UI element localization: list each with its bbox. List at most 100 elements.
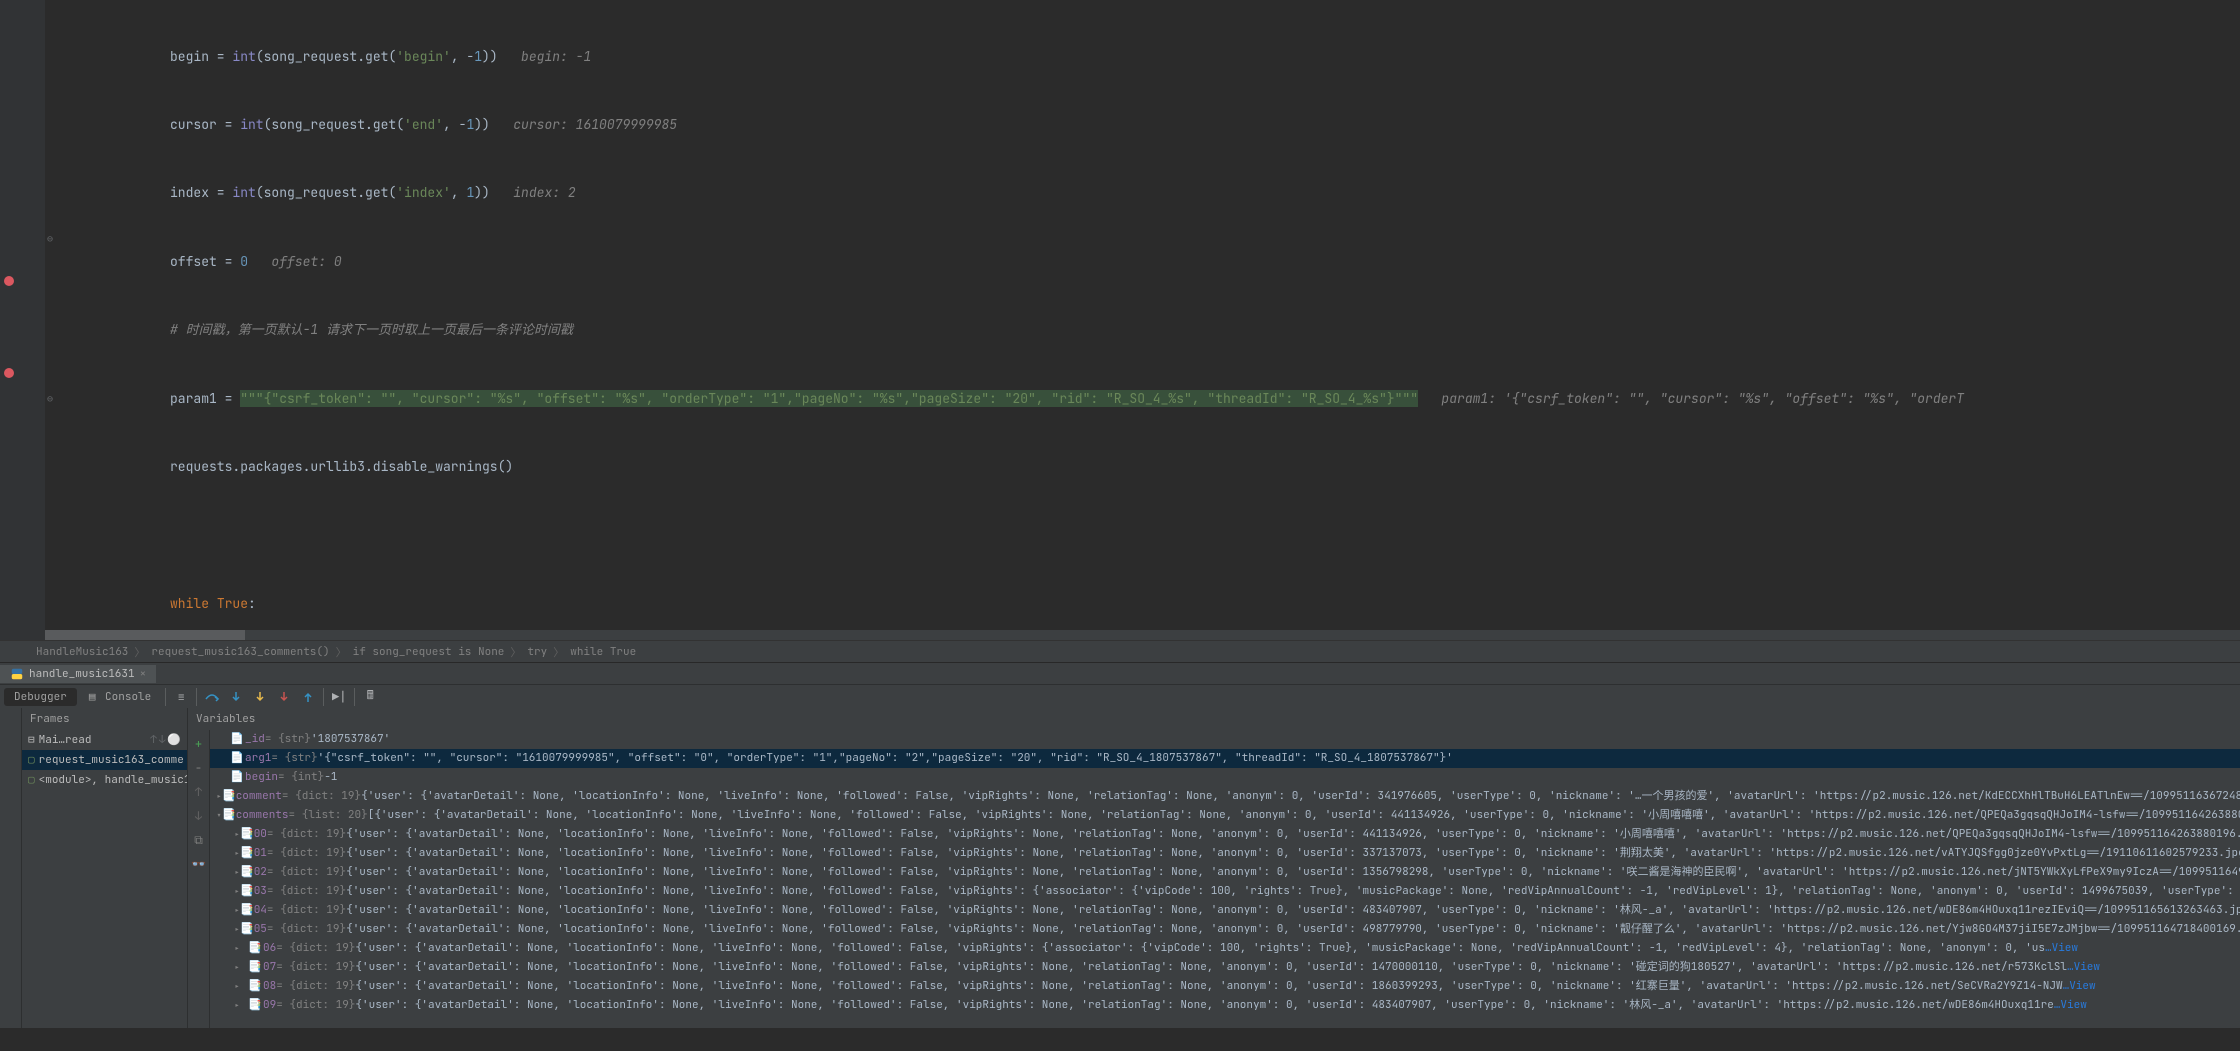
breakpoint-marker[interactable] — [4, 276, 14, 286]
variables-panel: Variables + − ↑ ↓ ⧉ 👓 📄_id = {str} '1807… — [188, 708, 2240, 1028]
close-icon[interactable]: × — [140, 667, 147, 681]
var-row[interactable]: 📄arg1 = {str} '{"csrf_token": "", "curso… — [210, 749, 2240, 768]
field-icon: 📑 — [240, 825, 254, 844]
step-over-icon[interactable] — [201, 687, 223, 707]
prev-frame-icon[interactable]: ↑ — [150, 733, 157, 747]
down-icon[interactable]: ↓ — [188, 806, 210, 826]
frame-icon: ▢ — [28, 773, 35, 787]
var-row[interactable]: ▾📑comments = {list: 20} [{'user': {'avat… — [210, 806, 2240, 825]
step-out-icon[interactable] — [297, 687, 319, 707]
field-icon: 📑 — [248, 996, 263, 1015]
field-icon: 📑 — [248, 939, 263, 958]
var-row[interactable]: ▸📑04 = {dict: 19} {'user': {'avatarDetai… — [210, 901, 2240, 920]
var-row[interactable]: ▸📑03 = {dict: 19} {'user': {'avatarDetai… — [210, 882, 2240, 901]
code-line[interactable]: offset = 0 offset: 0 — [70, 251, 2240, 274]
code-line[interactable]: param1 = """{"csrf_token": "", "cursor":… — [70, 388, 2240, 411]
variables-list[interactable]: 📄_id = {str} '1807537867' 📄arg1 = {str} … — [210, 730, 2240, 1028]
run-to-cursor-icon[interactable]: ▶| — [328, 687, 350, 707]
field-icon: 📑 — [240, 844, 254, 863]
python-icon — [10, 667, 24, 681]
field-icon: 📑 — [240, 920, 254, 939]
code-line[interactable]: begin = int(song_request.get('begin', -1… — [70, 46, 2240, 69]
var-row[interactable]: ▸📑09 = {dict: 19} {'user': {'avatarDetai… — [210, 996, 2240, 1015]
scrollbar-thumb[interactable] — [45, 630, 245, 640]
fold-marker[interactable]: ⊖ — [47, 232, 53, 245]
up-icon[interactable]: ↑ — [188, 782, 210, 802]
breadcrumb-item[interactable]: while True — [564, 645, 642, 659]
code-editor[interactable]: ⊖ ⊖ begin = int(song_request.get('begin'… — [0, 0, 2240, 640]
force-step-into-icon[interactable] — [273, 687, 295, 707]
view-link[interactable]: …View — [2067, 958, 2100, 977]
evaluate-icon[interactable]: 🖩 — [359, 687, 381, 707]
var-row[interactable]: ▸📑08 = {dict: 19} {'user': {'avatarDetai… — [210, 977, 2240, 996]
var-row[interactable]: ▸📑05 = {dict: 19} {'user': {'avatarDetai… — [210, 920, 2240, 939]
field-icon: 📑 — [222, 806, 236, 825]
field-icon: 📄 — [230, 749, 245, 768]
thread-dropdown[interactable]: ⊟ Mai…read ↑ ↓ ⚪ — [22, 730, 187, 750]
debug-session-tabs: handle_music1631 × — [0, 662, 2240, 684]
breadcrumb-item[interactable]: request_music163_comments() — [145, 645, 335, 659]
var-row[interactable]: ▸📑06 = {dict: 19} {'user': {'avatarDetai… — [210, 939, 2240, 958]
code-line[interactable]: cursor = int(song_request.get('end', -1)… — [70, 114, 2240, 137]
view-link[interactable]: …View — [2063, 977, 2096, 996]
var-row[interactable]: ▸📑00 = {dict: 19} {'user': {'avatarDetai… — [210, 825, 2240, 844]
frames-panel: Frames ⊟ Mai…read ↑ ↓ ⚪ ▢ request_music1… — [22, 708, 188, 1028]
view-link[interactable]: …View — [2054, 996, 2087, 1015]
var-row[interactable]: 📄_id = {str} '1807537867' — [210, 730, 2240, 749]
view-link[interactable]: …View — [2045, 939, 2078, 958]
debug-toolbar: Debugger ▤ Console ≡ ▶| 🖩 — [0, 684, 2240, 708]
breadcrumb-item[interactable]: try — [521, 645, 553, 659]
field-icon: 📑 — [240, 863, 254, 882]
next-frame-icon[interactable]: ↓ — [159, 733, 166, 747]
field-icon: 📑 — [240, 901, 254, 920]
variables-header: Variables — [188, 708, 2240, 730]
field-icon: 📑 — [248, 958, 263, 977]
frame-icon: ▢ — [28, 753, 35, 767]
code-line[interactable]: # 时间戳，第一页默认-1 请求下一页时取上一页最后一条评论时间戳 — [70, 319, 2240, 342]
watches-icon[interactable]: 👓 — [188, 854, 210, 874]
code-content[interactable]: begin = int(song_request.get('begin', -1… — [70, 0, 2240, 640]
expand-icon[interactable]: ▸ — [234, 939, 248, 958]
expand-icon[interactable]: ▸ — [234, 996, 248, 1015]
dropdown-icon: ⊟ — [28, 733, 35, 747]
remove-watch-icon[interactable]: − — [188, 758, 210, 778]
fold-column: ⊖ ⊖ — [45, 0, 63, 640]
code-line[interactable]: requests.packages.urllib3.disable_warnin… — [70, 456, 2240, 479]
step-into-icon[interactable] — [225, 687, 247, 707]
var-row[interactable]: ▸📑07 = {dict: 19} {'user': {'avatarDetai… — [210, 958, 2240, 977]
add-watch-icon[interactable]: + — [188, 734, 210, 754]
var-row[interactable]: ▸📑01 = {dict: 19} {'user': {'avatarDetai… — [210, 844, 2240, 863]
list-icon[interactable]: ≡ — [170, 687, 192, 707]
debug-session-tab[interactable]: handle_music1631 × — [0, 665, 156, 683]
var-row[interactable]: 📄begin = {int} -1 — [210, 768, 2240, 787]
code-line[interactable]: index = int(song_request.get('index', 1)… — [70, 182, 2240, 205]
frame-item[interactable]: ▢ <module>, handle_music1 — [22, 770, 187, 790]
breadcrumb-item[interactable]: if song_request is None — [347, 645, 511, 659]
expand-icon[interactable]: ▸ — [234, 977, 248, 996]
breadcrumb-item[interactable]: HandleMusic163 — [30, 645, 134, 659]
tab-console[interactable]: ▤ Console — [79, 688, 161, 706]
tab-debugger[interactable]: Debugger — [4, 688, 77, 706]
left-tool-strip — [0, 708, 22, 1028]
breakpoint-marker[interactable] — [4, 368, 14, 378]
console-icon: ▤ — [89, 690, 96, 704]
frame-item[interactable]: ▢ request_music163_comme — [22, 750, 187, 770]
step-into-mycode-icon[interactable] — [249, 687, 271, 707]
breadcrumb: HandleMusic163〉 request_music163_comment… — [0, 640, 2240, 662]
gutter — [0, 0, 45, 640]
fold-marker[interactable]: ⊖ — [47, 392, 53, 405]
horizontal-scrollbar[interactable] — [45, 630, 2240, 640]
filter-icon[interactable]: ⚪ — [167, 733, 181, 747]
field-icon: 📄 — [230, 730, 245, 749]
var-row[interactable]: ▸📑comment = {dict: 19} {'user': {'avatar… — [210, 787, 2240, 806]
field-icon: 📑 — [222, 787, 236, 806]
code-line[interactable]: while True: — [70, 593, 2240, 616]
code-line[interactable] — [70, 524, 2240, 547]
field-icon: 📄 — [230, 768, 245, 787]
field-icon: 📑 — [248, 977, 263, 996]
expand-icon[interactable]: ▸ — [234, 958, 248, 977]
var-row[interactable]: ▸📑02 = {dict: 19} {'user': {'avatarDetai… — [210, 863, 2240, 882]
copy-icon[interactable]: ⧉ — [188, 830, 210, 850]
field-icon: 📑 — [240, 882, 254, 901]
frames-header: Frames — [22, 708, 187, 730]
